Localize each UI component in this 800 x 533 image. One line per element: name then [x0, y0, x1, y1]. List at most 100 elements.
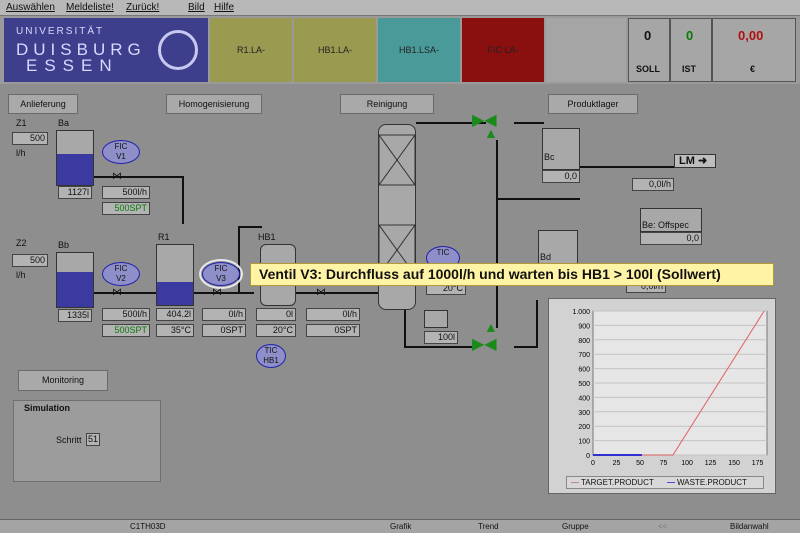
tic-hb1-controller[interactable]: TIC HB1 — [256, 344, 286, 368]
tank-bc — [542, 128, 580, 170]
be-label: Be: Offspec — [642, 220, 689, 230]
chart-x-tick-label: 75 — [660, 460, 668, 467]
pipe — [496, 198, 580, 200]
ba-label: Ba — [58, 118, 70, 128]
r1-value: 404.2l — [156, 308, 194, 321]
euro-label: € — [750, 64, 756, 74]
z1-label: Z1 — [16, 118, 27, 128]
reboiler-value: 100l — [424, 331, 458, 344]
gruppe-button[interactable]: Gruppe — [562, 522, 589, 531]
tic-column-tag: TIC — [436, 248, 450, 257]
v4-flow: 0l/h — [306, 308, 360, 321]
pipe — [94, 292, 156, 294]
chart-x-tick-label: 150 — [728, 460, 740, 467]
menu-item-bild[interactable]: Bild — [188, 2, 205, 13]
fic-v2-controller[interactable]: FIC V2 — [102, 262, 140, 286]
section-anlieferung-button[interactable]: Anlieferung — [8, 94, 78, 114]
fic-v2-name: V2 — [116, 274, 126, 283]
menu-item-hilfe[interactable]: Hilfe — [214, 2, 234, 13]
tic-hb1-tag: TIC — [264, 346, 278, 355]
bottom-status-id: C1TH03D — [130, 522, 166, 531]
legend-waste-label: WASTE.PRODUCT — [677, 478, 747, 487]
university-logo: UNIVERSITÄT DUISBURG ESSEN — [4, 18, 208, 82]
tank-ba-level — [57, 153, 93, 185]
v2-flow: 500l/h — [102, 308, 150, 321]
trend-chart: 0 100 200 300 400 500 600 700 800 900 1.000 0 25 50 75… — [572, 309, 768, 467]
z2-unit: l/h — [16, 270, 26, 280]
fic-v3-name: V3 — [216, 274, 226, 283]
v2-setpoint[interactable]: 500SPT — [102, 324, 150, 337]
chart-y-tick-label: 900 — [578, 323, 590, 330]
menu-item-auswaehlen[interactable]: Auswählen — [6, 2, 55, 13]
chart-x-tick-label: 50 — [636, 460, 644, 467]
grafik-button[interactable]: Grafik — [390, 522, 411, 531]
chart-x-tick-label: 100 — [681, 460, 693, 467]
tank-ba — [56, 130, 94, 186]
pipe — [194, 292, 254, 294]
pipe — [238, 226, 262, 228]
hb1-label: HB1 — [258, 232, 276, 242]
v1-flow: 500l/h — [102, 186, 150, 199]
section-homogenisierung-button[interactable]: Homogenisierung — [166, 94, 262, 114]
be-value: 0,0 — [640, 232, 702, 245]
alarm-hb1-la[interactable]: HB1.LA- — [294, 18, 376, 82]
v3-setpoint[interactable]: 0SPT — [202, 324, 246, 337]
fic-v1-name: V1 — [116, 152, 126, 161]
valve-v3-icon[interactable]: ⋈ — [212, 288, 222, 298]
chart-y-tick-label: 1.000 — [572, 309, 590, 316]
bd-label: Bd — [540, 252, 552, 262]
soll-label: SOLL — [636, 64, 660, 74]
soll-value: 0 — [644, 28, 652, 43]
alarm-hb1-lsa[interactable]: HB1.LSA- — [378, 18, 460, 82]
chart-y-tick-label: 800 — [578, 338, 590, 345]
lm-flow: 0,0l/h — [632, 178, 674, 191]
menu-item-meldeliste[interactable]: Meldeliste! — [66, 2, 114, 13]
step-input[interactable]: 51 — [86, 433, 100, 446]
v1-setpoint[interactable]: 500SPT — [102, 202, 150, 215]
chart-y-tick-label: 500 — [578, 381, 590, 388]
fic-v1-controller[interactable]: FIC V1 — [102, 140, 140, 164]
trend-button[interactable]: Trend — [478, 522, 499, 531]
euro-value: 0,00 — [738, 28, 764, 43]
ist-value: 0 — [686, 28, 694, 43]
bb-value: 1335l — [58, 309, 92, 322]
valve-v3-tooltip: Ventil V3: Durchfluss auf 1000l/h und wa… — [250, 263, 774, 286]
three-way-valve-top-stem-icon: ▲ — [484, 125, 498, 141]
lm-output-arrow: LM ➜ — [674, 154, 717, 168]
trend-chart-panel: 0 100 200 300 400 500 600 700 800 900 1.000 0 25 50 75… — [548, 298, 776, 494]
tank-bb — [56, 252, 94, 308]
alarm-r1-la[interactable]: R1.LA- — [210, 18, 292, 82]
reboiler-heater-icon — [424, 310, 448, 328]
fic-v3-controller[interactable]: FIC V3 — [199, 259, 243, 289]
legend-target-label: TARGET.PRODUCT — [581, 478, 654, 487]
chart-y-tick-label: 200 — [578, 424, 590, 431]
reactor-r1-level — [157, 282, 193, 305]
valve-v2-icon[interactable]: ⋈ — [112, 288, 122, 298]
section-reinigung-button[interactable]: Reinigung — [340, 94, 434, 114]
pipe — [94, 176, 184, 178]
tank-bb-level — [57, 271, 93, 307]
valve-v1-icon[interactable]: ⋈ — [112, 172, 122, 182]
chart-legend: — TARGET.PRODUCT — WASTE.PRODUCT — [566, 476, 764, 489]
z1-flow-input[interactable]: 500 — [12, 132, 48, 145]
z2-flow-input[interactable]: 500 — [12, 254, 48, 267]
pipe — [514, 346, 538, 348]
chart-y-tick-label: 700 — [578, 352, 590, 359]
bildanwahl-button[interactable]: Bildanwahl — [730, 522, 769, 531]
step-label: Schritt — [56, 435, 82, 445]
alarm-fic-la[interactable]: FIC LA- — [462, 18, 544, 82]
legend-waste-swatch: — — [667, 478, 675, 487]
v4-setpoint[interactable]: 0SPT — [306, 324, 360, 337]
back-button[interactable]: << — [658, 522, 667, 531]
bc-label: Bc — [544, 152, 555, 162]
reactor-r1 — [156, 244, 194, 306]
valve-v4-icon[interactable]: ⋈ — [316, 288, 326, 298]
three-way-valve-bottom-icon[interactable]: ▶◀ — [472, 337, 497, 353]
bb-label: Bb — [58, 240, 70, 250]
monitoring-button[interactable]: Monitoring — [18, 370, 108, 391]
pipe — [514, 122, 544, 124]
section-produktlager-button[interactable]: Produktlager — [548, 94, 638, 114]
chart-x-tick-label: 125 — [705, 460, 717, 467]
menu-item-zurueck[interactable]: Zurück! — [126, 2, 159, 13]
three-way-valve-bottom-stem-icon: ▲ — [484, 319, 498, 335]
